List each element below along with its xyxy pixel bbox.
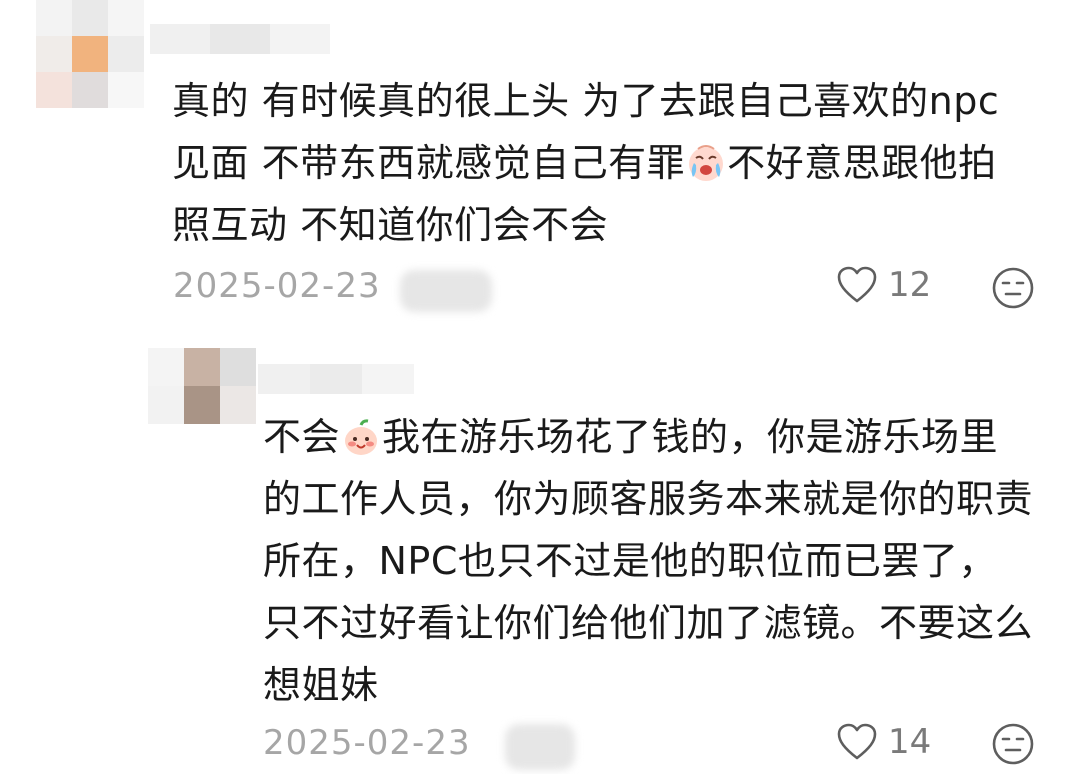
comment-fragment: 见面 不带东西就感觉自己有罪 (172, 141, 686, 185)
comment-line: 不会 我在游乐场花了钱的，你是游乐场里 (263, 406, 1033, 468)
neutral-face-icon[interactable] (991, 722, 1035, 766)
comment-fragment: 我在游乐场花了钱的，你是游乐场里 (382, 415, 999, 459)
smiling-blush-emoji (345, 419, 378, 455)
ip-location-blur (400, 270, 492, 312)
comment-line: 的工作人员，你为顾客服务本来就是你的职责 (263, 477, 1034, 521)
comment-line: 真的 有时候真的很上头 为了去跟自己喜欢的npc (172, 79, 1000, 123)
comment-line: 照互动 不知道你们会不会 (172, 203, 609, 247)
avatar-1[interactable] (36, 0, 146, 110)
like-button[interactable]: 12 (836, 265, 931, 305)
username-1[interactable] (150, 18, 350, 58)
comment-line: 见面 不带东西就感觉自己有罪 不好意思跟他拍 (172, 132, 999, 194)
heart-icon (837, 723, 877, 760)
comment-fragment: 不好意思跟他拍 (727, 141, 997, 185)
username-2[interactable] (258, 362, 418, 396)
comment-line: 只不过好看让你们给他们加了滤镜。不要这么 (263, 601, 1034, 645)
comment-line: 所在，NPC也只不过是他的职位而已罢了， (263, 539, 997, 583)
crying-face-emoji (689, 145, 724, 181)
comment-fragment: 不会 (263, 415, 341, 459)
like-count: 14 (888, 722, 932, 762)
comment-line: 想姐妹 (263, 663, 379, 707)
neutral-face-icon[interactable] (991, 266, 1035, 310)
comment-date: 2025-02-23 (173, 266, 381, 306)
like-button[interactable]: 14 (836, 722, 931, 762)
comment-date: 2025-02-23 (263, 723, 471, 763)
heart-icon (837, 266, 877, 303)
ip-location-blur (505, 724, 575, 770)
comment-text-1: 真的 有时候真的很上头 为了去跟自己喜欢的npc 见面 不带东西就感觉自己有罪 … (172, 70, 999, 256)
comment-text-2: 不会 我在游乐场花了钱的，你是游乐场里 的工作人员，你为顾客服务本来就是你的职责… (263, 406, 1033, 716)
like-count: 12 (888, 265, 932, 305)
avatar-2[interactable] (148, 348, 258, 424)
